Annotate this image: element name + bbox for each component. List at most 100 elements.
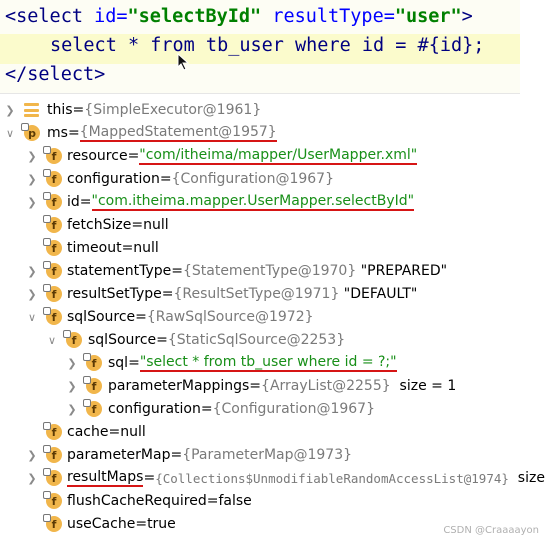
chevron-right-icon[interactable]: ❯ bbox=[66, 356, 78, 370]
var-value: {Collections$UnmodifiableRandomAccessLis… bbox=[155, 470, 509, 486]
equals: = bbox=[156, 332, 168, 348]
equals: = bbox=[121, 240, 134, 256]
var-value: true bbox=[147, 516, 176, 532]
var-name: resultSetType bbox=[67, 286, 162, 302]
code-line-3: </select> bbox=[5, 64, 106, 85]
protected-field-icon: p bbox=[21, 123, 40, 141]
chevron-down-icon[interactable]: ∨ bbox=[4, 126, 16, 140]
var-value: false bbox=[218, 493, 252, 509]
var-name: timeout bbox=[67, 240, 122, 256]
resulttype-attr-value: "user" bbox=[394, 6, 462, 27]
equals: = bbox=[161, 286, 174, 302]
field-icon: f bbox=[43, 261, 62, 279]
tag-close: > bbox=[461, 6, 473, 27]
equals: = bbox=[135, 516, 148, 532]
field-icon: f bbox=[63, 330, 82, 348]
field-icon: f bbox=[43, 169, 62, 187]
chevron-right-icon[interactable]: ❯ bbox=[26, 195, 38, 209]
var-value: {StatementType@1970} bbox=[182, 263, 357, 279]
var-value: {Configuration@1967} bbox=[212, 401, 375, 417]
var-value: {Configuration@1967} bbox=[171, 171, 334, 187]
var-name: ms bbox=[47, 125, 68, 141]
equals: = bbox=[128, 355, 140, 371]
var-name: sqlSource bbox=[88, 332, 157, 348]
chevron-right-icon[interactable]: ❯ bbox=[66, 379, 78, 393]
field-icon: f bbox=[43, 215, 62, 233]
var-value: {StaticSqlSource@2253} bbox=[167, 332, 346, 348]
field-icon: f bbox=[43, 468, 62, 486]
field-icon: f bbox=[83, 399, 102, 417]
equals: = bbox=[249, 378, 262, 394]
equals: = bbox=[159, 171, 172, 187]
var-name: statementType bbox=[67, 263, 172, 279]
equals: = bbox=[72, 102, 85, 118]
var-name: fetchSize bbox=[67, 217, 132, 233]
var-name: sqlSource bbox=[67, 309, 136, 325]
chevron-right-icon[interactable]: ❯ bbox=[4, 103, 16, 117]
equals: = bbox=[135, 309, 147, 325]
chevron-right-icon[interactable]: ❯ bbox=[26, 471, 38, 485]
resulttype-attr: resultType= bbox=[261, 6, 395, 27]
var-value: null bbox=[133, 240, 159, 256]
equals: = bbox=[206, 493, 219, 509]
var-value: {ParameterMap@1973} bbox=[182, 447, 353, 463]
equals: = bbox=[170, 447, 183, 463]
var-extra: size = 1 bbox=[390, 378, 457, 394]
var-value-underlined: "com.itheima.mapper.UserMapper.selectByI… bbox=[91, 193, 415, 211]
chevron-down-icon[interactable]: ∨ bbox=[26, 310, 38, 324]
mouse-cursor-icon bbox=[177, 53, 190, 71]
equals: = bbox=[67, 125, 80, 141]
var-value: {SimpleExecutor@1961} bbox=[84, 102, 262, 118]
var-name: parameterMappings bbox=[108, 378, 250, 394]
var-extra: "DEFAULT" bbox=[339, 286, 418, 302]
var-name: parameterMap bbox=[67, 447, 171, 463]
field-icon: f bbox=[43, 192, 62, 210]
var-name: flushCacheRequired bbox=[67, 493, 207, 509]
field-icon: f bbox=[43, 238, 62, 256]
var-value-underlined: {MappedStatement@1957} bbox=[79, 124, 277, 142]
chevron-right-icon[interactable]: ❯ bbox=[26, 264, 38, 278]
chevron-right-icon[interactable]: ❯ bbox=[26, 172, 38, 186]
var-name: configuration bbox=[67, 171, 160, 187]
var-value: {RawSqlSource@1972} bbox=[146, 309, 314, 325]
var-value: null bbox=[120, 424, 146, 440]
chevron-right-icon[interactable]: ❯ bbox=[66, 402, 78, 416]
var-value: null bbox=[143, 217, 169, 233]
equals: = bbox=[108, 424, 121, 440]
chevron-right-icon[interactable]: ❯ bbox=[26, 448, 38, 462]
var-value-underlined: "com/itheima/mapper/UserMapper.xml" bbox=[139, 147, 418, 165]
var-name: resource bbox=[67, 148, 128, 164]
equals: = bbox=[131, 217, 144, 233]
var-name: id bbox=[67, 194, 80, 210]
id-attr-value: "selectById" bbox=[127, 6, 262, 27]
field-icon: f bbox=[43, 514, 62, 532]
var-extra: "PREPARED" bbox=[356, 263, 448, 279]
var-value: {ResultSetType@1971} bbox=[173, 286, 340, 302]
stack-icon bbox=[24, 103, 39, 117]
var-name: useCache bbox=[67, 516, 136, 532]
id-attr: id= bbox=[94, 6, 128, 27]
field-icon: f bbox=[43, 307, 62, 325]
var-value: {ArrayList@2255} bbox=[261, 378, 391, 394]
var-value-underlined: "select * from tb_user where id = ?;" bbox=[139, 354, 397, 372]
field-icon: f bbox=[43, 491, 62, 509]
code-snippet: <select id="selectById" resultType="user… bbox=[0, 0, 520, 94]
field-icon: f bbox=[43, 146, 62, 164]
var-extra: size bbox=[508, 470, 545, 486]
equals: = bbox=[171, 263, 183, 279]
chevron-down-icon[interactable]: ∨ bbox=[46, 333, 58, 347]
code-line-2-highlighted: select * from tb_user where id = #{id}; bbox=[0, 34, 520, 64]
var-name-underlined: resultMaps bbox=[67, 469, 144, 487]
var-name: sql bbox=[108, 355, 129, 371]
sql-statement: select * from tb_user where id = #{id}; bbox=[50, 35, 485, 56]
field-icon: f bbox=[43, 284, 62, 302]
field-icon: f bbox=[83, 376, 102, 394]
equals: = bbox=[127, 148, 140, 164]
var-name: cache bbox=[67, 424, 109, 440]
equals: = bbox=[79, 194, 92, 210]
equals: = bbox=[143, 470, 156, 486]
field-icon: f bbox=[43, 422, 62, 440]
chevron-right-icon[interactable]: ❯ bbox=[26, 149, 38, 163]
chevron-right-icon[interactable]: ❯ bbox=[26, 287, 38, 301]
code-line-1: <select id="selectById" resultType="user… bbox=[5, 6, 473, 27]
